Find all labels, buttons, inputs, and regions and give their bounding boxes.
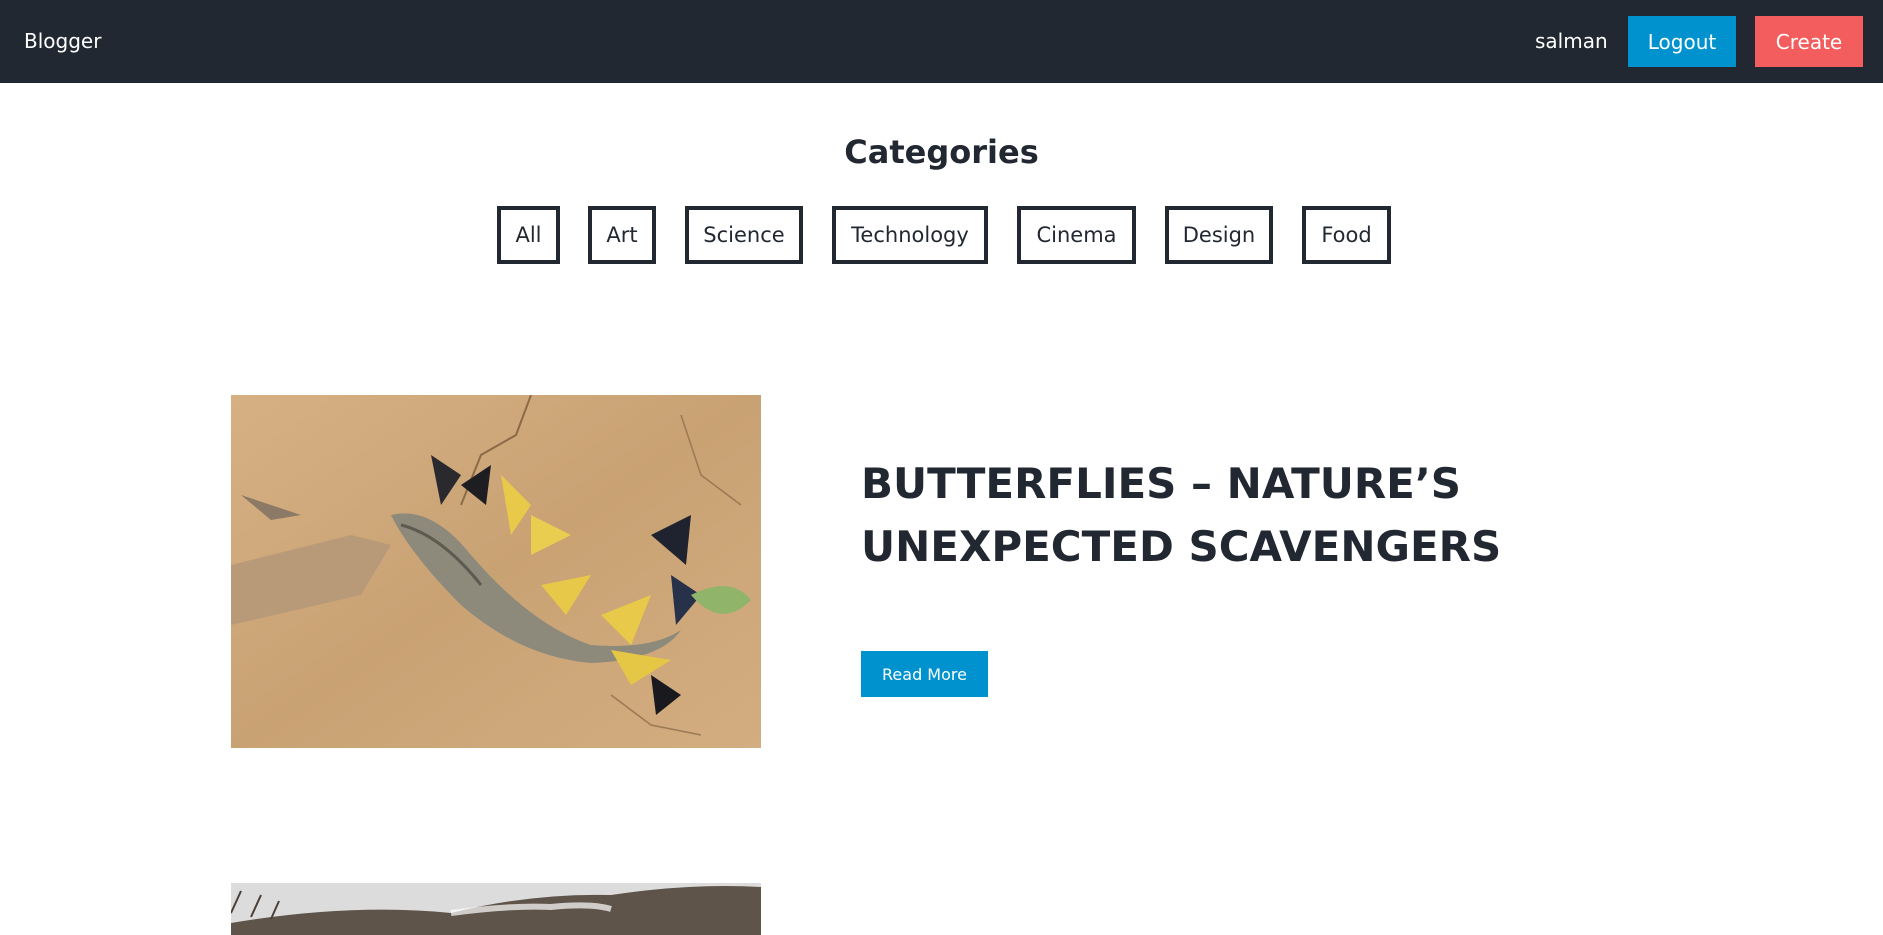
logout-button[interactable]: Logout bbox=[1628, 16, 1736, 67]
category-technology-button[interactable]: Technology bbox=[832, 206, 988, 264]
category-all-button[interactable]: All bbox=[497, 206, 560, 264]
category-design-button[interactable]: Design bbox=[1165, 206, 1273, 264]
category-food-button[interactable]: Food bbox=[1302, 206, 1391, 264]
read-more-button[interactable]: Read More bbox=[861, 651, 988, 697]
categories-list: All Art Science Technology Cinema Design… bbox=[0, 206, 1883, 264]
post-image-2[interactable] bbox=[231, 883, 761, 935]
create-button[interactable]: Create bbox=[1755, 16, 1863, 67]
category-art-button[interactable]: Art bbox=[588, 206, 656, 264]
post-title[interactable]: BUTTERFLIES – NATURE’S UNEXPECTED SCAVEN… bbox=[861, 452, 1541, 578]
landscape-hillside-photo-icon bbox=[231, 883, 761, 935]
brand-link[interactable]: Blogger bbox=[24, 0, 101, 83]
navbar: Blogger salman Logout Create bbox=[0, 0, 1883, 83]
category-science-button[interactable]: Science bbox=[685, 206, 803, 264]
butterflies-on-fish-photo-icon bbox=[231, 395, 761, 748]
category-cinema-button[interactable]: Cinema bbox=[1017, 206, 1136, 264]
categories-heading: Categories bbox=[844, 133, 1039, 171]
username-label: salman bbox=[1535, 29, 1608, 53]
post-image[interactable] bbox=[231, 395, 761, 748]
